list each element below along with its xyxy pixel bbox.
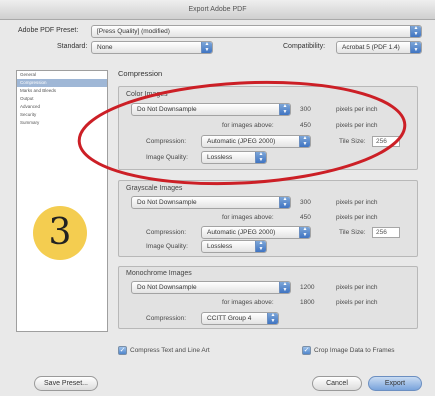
grayscale-ppi-label: pixels per inch xyxy=(336,199,378,206)
grayscale-tile-input[interactable]: 256 xyxy=(372,227,400,238)
grayscale-above-value[interactable]: 450 xyxy=(300,214,311,221)
monochrome-images-title: Monochrome Images xyxy=(126,270,192,277)
compatibility-select-value: Acrobat 5 (PDF 1.4) xyxy=(342,44,400,51)
color-downsample-select[interactable]: Do Not Downsample ▲ ▼ xyxy=(131,103,291,116)
chevron-updown-icon: ▲ ▼ xyxy=(279,197,290,208)
preset-select-value: [Press Quality] (modified) xyxy=(97,28,170,35)
mono-above-label: for images above: xyxy=(222,299,274,306)
grayscale-above-label: for images above: xyxy=(222,214,274,221)
color-quality-select[interactable]: Lossless ▲ ▼ xyxy=(201,151,267,164)
sidebar-item-marks-and-bleeds[interactable]: Marks and Bleeds xyxy=(17,87,107,95)
mono-ppi-value[interactable]: 1200 xyxy=(300,284,314,291)
window-title: Export Adobe PDF xyxy=(0,0,435,20)
grayscale-downsample-select[interactable]: Do Not Downsample ▲ ▼ xyxy=(131,196,291,209)
grayscale-ppi-value[interactable]: 300 xyxy=(300,199,311,206)
crop-image-checkbox[interactable]: ✓ xyxy=(302,346,311,355)
mono-compression-label: Compression: xyxy=(146,315,187,322)
step-number-badge: 3 xyxy=(33,206,87,260)
preset-label: Adobe PDF Preset: xyxy=(18,27,79,34)
grayscale-images-title: Grayscale Images xyxy=(126,185,183,192)
color-ppi-label: pixels per inch xyxy=(336,106,378,113)
color-tile-label: Tile Size: xyxy=(339,138,366,145)
grayscale-compression-label: Compression: xyxy=(146,229,187,236)
sidebar-item-compression[interactable]: Compression xyxy=(17,79,107,87)
color-above-value[interactable]: 450 xyxy=(300,122,311,129)
color-quality-label: Image Quality: xyxy=(146,154,188,161)
grayscale-quality-select[interactable]: Lossless ▲ ▼ xyxy=(201,240,267,253)
standard-label: Standard: xyxy=(57,43,88,50)
grayscale-quality-label: Image Quality: xyxy=(146,243,188,250)
chevron-updown-icon: ▲ ▼ xyxy=(267,313,278,324)
grayscale-above-unit: pixels per inch xyxy=(336,214,378,221)
crop-image-label: Crop Image Data to Frames xyxy=(314,347,395,354)
sidebar-item-general[interactable]: General xyxy=(17,71,107,79)
standard-select-value: None xyxy=(97,44,113,51)
chevron-updown-icon: ▲ ▼ xyxy=(410,42,421,53)
mono-above-value[interactable]: 1800 xyxy=(300,299,314,306)
mono-ppi-label: pixels per inch xyxy=(336,284,378,291)
chevron-updown-icon: ▲ ▼ xyxy=(279,104,290,115)
color-images-title: Color Images xyxy=(126,91,168,98)
color-above-label: for images above: xyxy=(222,122,274,129)
chevron-updown-icon: ▲ ▼ xyxy=(255,241,266,252)
color-compression-label: Compression: xyxy=(146,138,187,145)
color-tile-input[interactable]: 256 xyxy=(372,136,400,147)
chevron-updown-icon: ▲ ▼ xyxy=(299,136,310,147)
mono-downsample-select[interactable]: Do Not Downsample ▲ ▼ xyxy=(131,281,291,294)
grayscale-quality-value: Lossless xyxy=(207,243,233,250)
color-ppi-value[interactable]: 300 xyxy=(300,106,311,113)
chevron-updown-icon: ▲ ▼ xyxy=(410,26,421,37)
preset-select[interactable]: [Press Quality] (modified) ▲ ▼ xyxy=(91,25,422,38)
chevron-updown-icon: ▲ ▼ xyxy=(201,42,212,53)
color-above-unit: pixels per inch xyxy=(336,122,378,129)
compatibility-select[interactable]: Acrobat 5 (PDF 1.4) ▲ ▼ xyxy=(336,41,422,54)
chevron-updown-icon: ▲ ▼ xyxy=(279,282,290,293)
compress-text-checkbox[interactable]: ✓ xyxy=(118,346,127,355)
sidebar-item-output[interactable]: Output xyxy=(17,95,107,103)
sidebar: General Compression Marks and Bleeds Out… xyxy=(16,70,108,332)
checkmark-icon: ✓ xyxy=(119,347,126,354)
grayscale-tile-label: Tile Size: xyxy=(339,229,366,236)
checkmark-icon: ✓ xyxy=(303,347,310,354)
compatibility-label: Compatibility: xyxy=(283,43,326,50)
save-preset-button[interactable]: Save Preset... xyxy=(34,376,98,391)
sidebar-item-security[interactable]: Security xyxy=(17,111,107,119)
grayscale-downsample-value: Do Not Downsample xyxy=(137,199,197,206)
color-quality-value: Lossless xyxy=(207,154,233,161)
mono-downsample-value: Do Not Downsample xyxy=(137,284,197,291)
compress-text-label: Compress Text and Line Art xyxy=(130,347,210,354)
export-button[interactable]: Export xyxy=(368,376,422,391)
chevron-updown-icon: ▲ ▼ xyxy=(255,152,266,163)
standard-select[interactable]: None ▲ ▼ xyxy=(91,41,213,54)
cancel-button[interactable]: Cancel xyxy=(312,376,362,391)
mono-compression-value: CCITT Group 4 xyxy=(207,315,252,322)
chevron-updown-icon: ▲ ▼ xyxy=(299,227,310,238)
compression-heading: Compression xyxy=(118,69,163,78)
sidebar-item-summary[interactable]: Summary xyxy=(17,119,107,127)
grayscale-compression-value: Automatic (JPEG 2000) xyxy=(207,229,276,236)
color-compression-select[interactable]: Automatic (JPEG 2000) ▲ ▼ xyxy=(201,135,311,148)
color-downsample-value: Do Not Downsample xyxy=(137,106,197,113)
color-compression-value: Automatic (JPEG 2000) xyxy=(207,138,276,145)
grayscale-compression-select[interactable]: Automatic (JPEG 2000) ▲ ▼ xyxy=(201,226,311,239)
sidebar-item-advanced[interactable]: Advanced xyxy=(17,103,107,111)
mono-above-unit: pixels per inch xyxy=(336,299,378,306)
mono-compression-select[interactable]: CCITT Group 4 ▲ ▼ xyxy=(201,312,279,325)
